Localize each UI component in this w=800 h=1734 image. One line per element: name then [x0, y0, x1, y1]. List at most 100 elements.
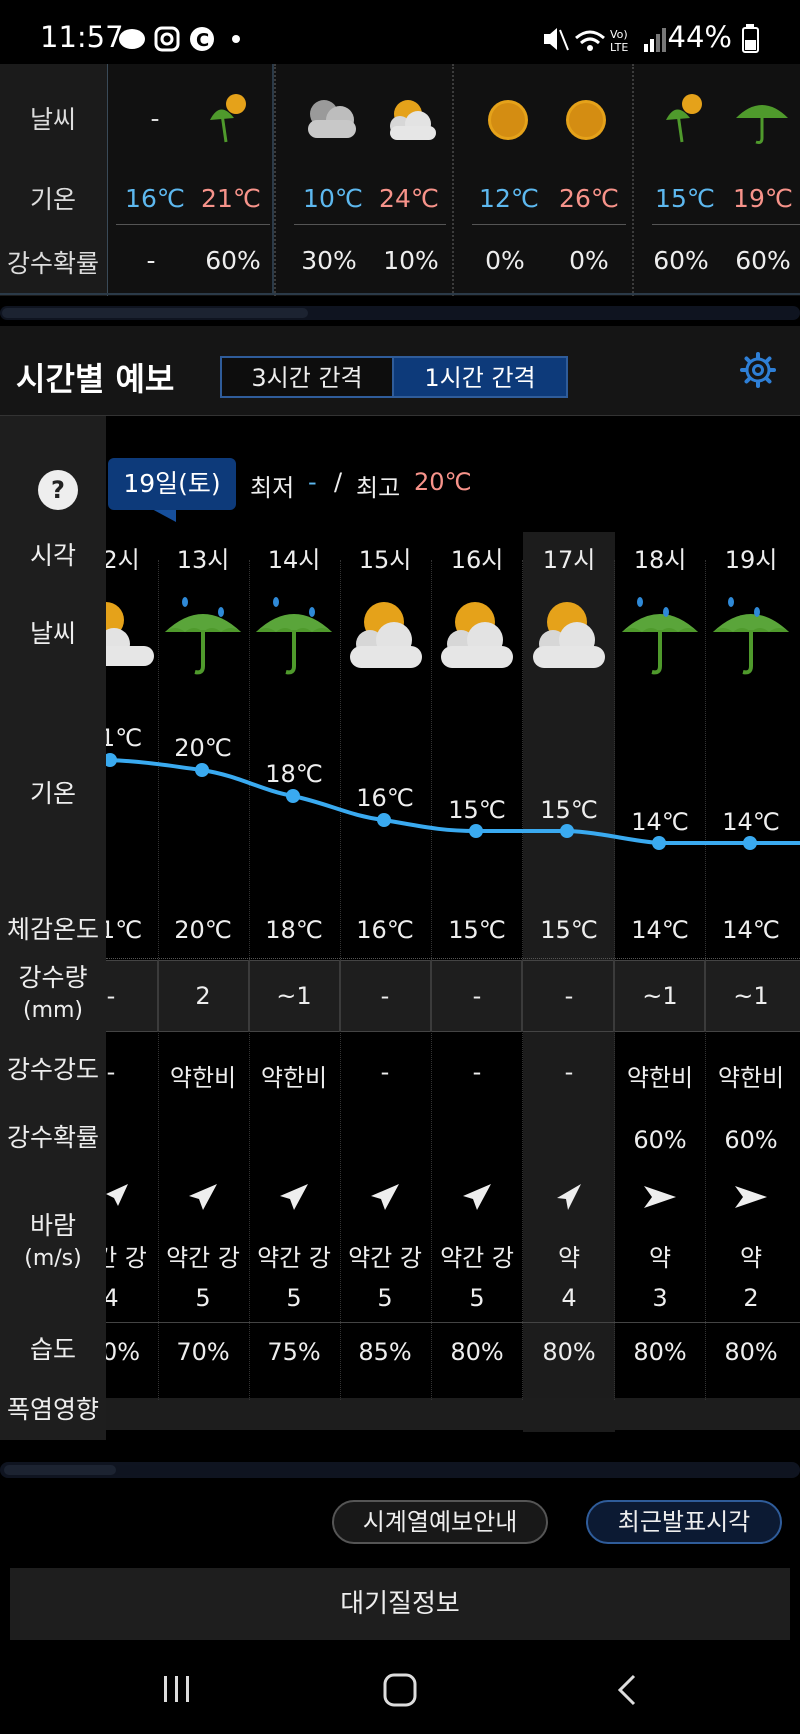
umbrella-icon [736, 105, 788, 144]
daily-max-temp: 21℃ [201, 184, 261, 213]
row-label-heat: 폭염영향 [6, 1395, 99, 1424]
hourly-title: 시간별 예보 [16, 360, 175, 398]
wind-direction-icon [735, 1186, 767, 1208]
hour-wind-speed: 5 [469, 1284, 485, 1312]
hour-wind-text: 약간 강 [257, 1244, 331, 1272]
rain-sun-icon [210, 94, 246, 143]
daily-scrollbar[interactable] [0, 306, 800, 320]
wind-direction-icon [189, 1184, 217, 1210]
heat-impact-row [106, 1398, 800, 1430]
hourly-scrollbar-thumb[interactable] [4, 1465, 116, 1475]
latest-time-button[interactable]: 최근발표시각 [586, 1500, 782, 1544]
max-temp-label: 최고 [356, 474, 401, 502]
daily-weather-am: - [150, 104, 160, 133]
rain-sun-icon [666, 94, 702, 143]
hour-wind-text: 약간 강 [348, 1244, 422, 1272]
row-label-rain-unit: (mm) [22, 998, 84, 1023]
max-temp-value: 20℃ [414, 468, 472, 496]
hour-wind-speed: 4 [561, 1284, 577, 1312]
hour-rain: - [564, 982, 574, 1010]
forecast-guide-button[interactable]: 시계열예보안내 [332, 1500, 548, 1544]
hour-wind-speed: 5 [377, 1284, 393, 1312]
help-button[interactable]: ? [38, 470, 78, 510]
hour-wind-text: 약 [739, 1244, 763, 1272]
daily-divider-line [472, 224, 626, 225]
hour-time: 19시 [724, 546, 778, 574]
humidity-divider [106, 1322, 800, 1323]
row-label-rain-amount: 강수량 [18, 963, 88, 992]
back-icon[interactable] [612, 1672, 642, 1708]
daily-divider-line [116, 224, 270, 225]
recent-apps-icon[interactable] [160, 1672, 194, 1706]
row-label-time: 시각 [29, 541, 76, 570]
hour-wind-text: 약 [648, 1244, 672, 1272]
partly-cloudy-icon [390, 100, 436, 140]
hour-feels: 20℃ [174, 916, 232, 944]
daily-max-temp: 19℃ [733, 184, 793, 213]
status-bar: 11:57 C Vo) LTE 44% [0, 0, 800, 64]
daily-bottom-border [0, 293, 800, 295]
feels-divider [106, 958, 800, 959]
daily-divider-line [294, 224, 446, 225]
hour-time: 15시 [358, 546, 412, 574]
hour-intensity: - [564, 1058, 574, 1086]
hour-humidity: 80% [724, 1338, 778, 1366]
hour-prob: 60% [633, 1126, 687, 1154]
hour-wind-speed: 5 [195, 1284, 211, 1312]
min-temp-label: 최저 [250, 474, 295, 502]
row-label-rain-intensity: 강수강도 [6, 1055, 99, 1084]
date-pill[interactable]: 19일(토) [108, 458, 236, 510]
hour-rain: - [472, 982, 482, 1010]
row-label-rain-prob: 강수확률 [6, 1123, 99, 1152]
air-quality-button[interactable]: 대기질정보 [10, 1568, 790, 1640]
notification-icons: C [119, 26, 240, 52]
hour-rain: ~1 [642, 982, 678, 1010]
wind-direction-icon [463, 1184, 491, 1210]
daily-scrollbar-thumb[interactable] [2, 308, 308, 318]
row-label-feels: 체감온도 [6, 915, 99, 944]
daily-min-temp: 15℃ [655, 184, 715, 213]
home-icon[interactable] [382, 1672, 418, 1708]
daily-prob-pm: 60% [205, 246, 261, 275]
tab-1-hour[interactable]: 1시간 간격 [392, 356, 568, 398]
temperature-line-chart [103, 753, 800, 850]
hour-rain: - [380, 982, 390, 1010]
hour-intensity: 약한비 [626, 1064, 694, 1092]
system-icons: Vo) LTE [544, 28, 666, 54]
hourly-scrollbar[interactable] [0, 1462, 800, 1478]
daily-prob-pm: 60% [735, 246, 791, 275]
partly-cloudy-icon [533, 602, 605, 668]
hour-temp: 20℃ [174, 734, 232, 762]
hour-prob: 60% [724, 1126, 778, 1154]
hour-time: 18시 [633, 546, 687, 574]
hour-feels: 18℃ [265, 916, 323, 944]
daily-label-precip: 강수확률 [6, 249, 99, 278]
daily-label-weather: 날씨 [29, 105, 76, 134]
minmax-separator: / [334, 468, 343, 496]
tab-3-hour[interactable]: 3시간 간격 [220, 356, 394, 398]
hour-wind-speed: 3 [652, 1284, 668, 1312]
daily-min-temp: 12℃ [479, 184, 539, 213]
hour-humidity: 80% [633, 1338, 687, 1366]
daily-label-temp: 기온 [29, 185, 76, 214]
min-temp-value: - [308, 468, 317, 496]
hour-feels: 14℃ [631, 916, 689, 944]
daily-min-temp: 16℃ [125, 184, 185, 213]
hour-temp: 15℃ [540, 796, 598, 824]
daily-max-temp: 24℃ [379, 184, 439, 213]
hour-intensity: 약한비 [717, 1064, 785, 1092]
partly-cloudy-icon [350, 602, 422, 668]
status-time: 11:57 [40, 20, 124, 54]
row-label-wind-unit: (m/s) [24, 1246, 82, 1271]
daily-min-temp: 10℃ [303, 184, 363, 213]
hour-rain: ~1 [276, 982, 312, 1010]
hour-humidity: 75% [267, 1338, 321, 1366]
battery-icon [742, 24, 759, 53]
hour-intensity: 약한비 [260, 1064, 328, 1092]
hour-wind-speed: 5 [286, 1284, 302, 1312]
hour-rain: 2 [195, 982, 211, 1010]
daily-prob-am: 30% [301, 246, 357, 275]
gear-icon[interactable] [740, 352, 776, 388]
hour-temp: 18℃ [265, 760, 323, 788]
sun-icon [488, 100, 528, 140]
